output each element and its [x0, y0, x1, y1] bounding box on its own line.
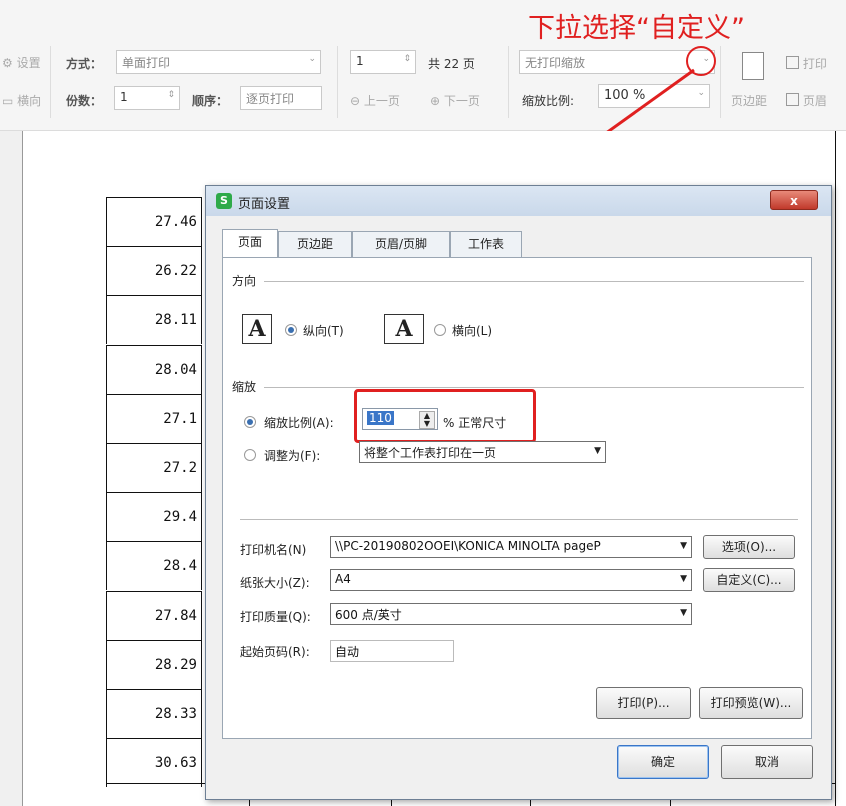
chevron-down-icon: ▼ [680, 608, 687, 618]
page-icon [742, 52, 764, 80]
order-select[interactable]: 逐页打印 [240, 86, 322, 110]
close-button[interactable]: x [770, 190, 818, 210]
print-button[interactable]: 打印(P)... [596, 687, 691, 719]
page-number-value: 1 [356, 54, 364, 68]
fit-to-label: 调整为(F): [264, 449, 321, 463]
printer-name-select[interactable]: \\PC-20190802OOEI\KONICA MINOLTA pageP ▼ [330, 536, 692, 558]
chevron-down-icon: ▼ [680, 574, 687, 584]
portrait-icon: A [242, 314, 272, 344]
settings-label: 设置 [16, 56, 41, 70]
scaling-section-label: 缩放 [232, 380, 257, 394]
printer-options-button[interactable]: 选项(O)... [703, 535, 795, 559]
arrow-right-circle-icon: ⊕ [430, 94, 441, 108]
paper-size-select[interactable]: A4 ▼ [330, 569, 692, 591]
header-button[interactable]: 页眉 [786, 92, 827, 109]
start-page-label: 起始页码(R): [240, 645, 310, 659]
portrait-label: 纵向(T) [303, 324, 344, 338]
mode-select[interactable]: 单面打印 ⌄ [116, 50, 321, 74]
dialog-titlebar[interactable]: S 页面设置 x [206, 186, 831, 216]
next-page-label: 下一页 [443, 94, 480, 108]
orientation-section-label: 方向 [232, 274, 257, 288]
table-cell[interactable]: 27.84 [106, 590, 202, 640]
left-ruler [0, 131, 23, 806]
landscape-button[interactable]: ▭ 横向 [2, 92, 41, 109]
printer-name-value: \\PC-20190802OOEI\KONICA MINOLTA pageP [335, 539, 601, 553]
table-cell[interactable]: 28.04 [106, 344, 202, 394]
scale-ratio-label: 缩放比例(A): [264, 416, 334, 430]
header-label: 页眉 [802, 94, 827, 108]
print-quality-label: 打印质量(Q): [240, 610, 311, 624]
settings-icon: ⚙ [2, 56, 13, 70]
tab-worksheet[interactable]: 工作表 [450, 231, 522, 257]
print-checkbox-label: 打印 [802, 57, 827, 71]
landscape-icon: ▭ [2, 94, 14, 108]
table-cell[interactable]: 28.29 [106, 639, 202, 689]
table-cell[interactable]: 30.63 [106, 738, 202, 788]
cancel-button[interactable]: 取消 [721, 745, 813, 779]
close-icon: x [790, 194, 798, 208]
chevron-down-icon: ⌄ [308, 54, 316, 64]
scale-ratio-radio[interactable] [244, 416, 256, 428]
custom-size-button[interactable]: 自定义(C)... [703, 568, 795, 592]
stepper-icon: ⇕ [403, 54, 411, 64]
stepper-icon: ⇕ [167, 90, 175, 100]
paper-size-label: 纸张大小(Z): [240, 576, 310, 590]
print-quality-value: 600 点/英寸 [335, 608, 402, 622]
page-number-stepper[interactable]: 1 ⇕ [350, 50, 416, 74]
order-value: 逐页打印 [246, 92, 295, 106]
table-cell[interactable]: 28.4 [106, 541, 202, 591]
checkbox-icon [786, 56, 799, 69]
start-page-value: 自动 [335, 645, 360, 659]
copies-stepper[interactable]: 1 ⇕ [114, 86, 180, 110]
total-pages: 共 22 页 [428, 57, 475, 71]
printer-name-label: 打印机名(N) [240, 543, 307, 557]
table-cell[interactable]: 27.2 [106, 443, 202, 492]
table-cell[interactable]: 28.11 [106, 295, 202, 345]
table-cell[interactable]: 26.22 [106, 246, 202, 296]
margin-button[interactable]: 页边距 [731, 92, 767, 109]
mode-value: 单面打印 [122, 56, 171, 70]
chevron-down-icon: ▼ [594, 446, 601, 456]
table-cell[interactable]: 27.46 [106, 197, 202, 246]
highlight-box [354, 389, 536, 443]
copies-value: 1 [120, 90, 128, 104]
app-logo-icon: S [216, 193, 232, 209]
copies-label: 份数： [66, 94, 103, 108]
print-preview-button[interactable]: 打印预览(W)... [699, 687, 803, 719]
dialog-title: 页面设置 [238, 197, 291, 212]
prev-page-button[interactable]: ⊖ 上一页 [350, 92, 400, 109]
fit-to-radio[interactable] [244, 449, 256, 461]
tab-header-footer[interactable]: 页眉/页脚 [352, 231, 450, 257]
table-cell[interactable]: 27.1 [106, 393, 202, 443]
chevron-down-icon: ▼ [677, 541, 687, 551]
paper-size-value: A4 [335, 572, 351, 586]
fit-to-select[interactable]: 将整个工作表打印在一页 ▼ [359, 441, 606, 463]
next-page-button[interactable]: ⊕ 下一页 [430, 92, 480, 109]
table-cell[interactable]: 29.4 [106, 492, 202, 542]
landscape-label: 横向 [17, 94, 42, 108]
start-page-input[interactable]: 自动 [330, 640, 454, 662]
arrow-left-circle-icon: ⊖ [350, 94, 361, 108]
table-cell[interactable]: 28.33 [106, 689, 202, 738]
print-checkbox[interactable]: 打印 [786, 55, 827, 72]
ok-button[interactable]: 确定 [617, 745, 709, 779]
landscape-icon: A [384, 314, 424, 344]
mode-label: 方式： [66, 57, 103, 71]
portrait-radio[interactable] [285, 324, 297, 336]
grid-line [835, 131, 836, 806]
checkbox-icon [786, 93, 799, 106]
print-quality-select[interactable]: 600 点/英寸 ▼ [330, 603, 692, 625]
tab-page[interactable]: 页面 [222, 229, 278, 257]
landscape-radio[interactable] [434, 324, 446, 336]
annotation-text: 下拉选择“自定义” [528, 13, 745, 44]
fit-to-value: 将整个工作表打印在一页 [364, 446, 497, 460]
landscape-label: 横向(L) [452, 324, 493, 338]
settings-button[interactable]: ⚙ 设置 [2, 54, 41, 71]
tab-margins[interactable]: 页边距 [278, 231, 352, 257]
prev-page-label: 上一页 [363, 94, 400, 108]
order-label: 顺序： [192, 94, 229, 108]
